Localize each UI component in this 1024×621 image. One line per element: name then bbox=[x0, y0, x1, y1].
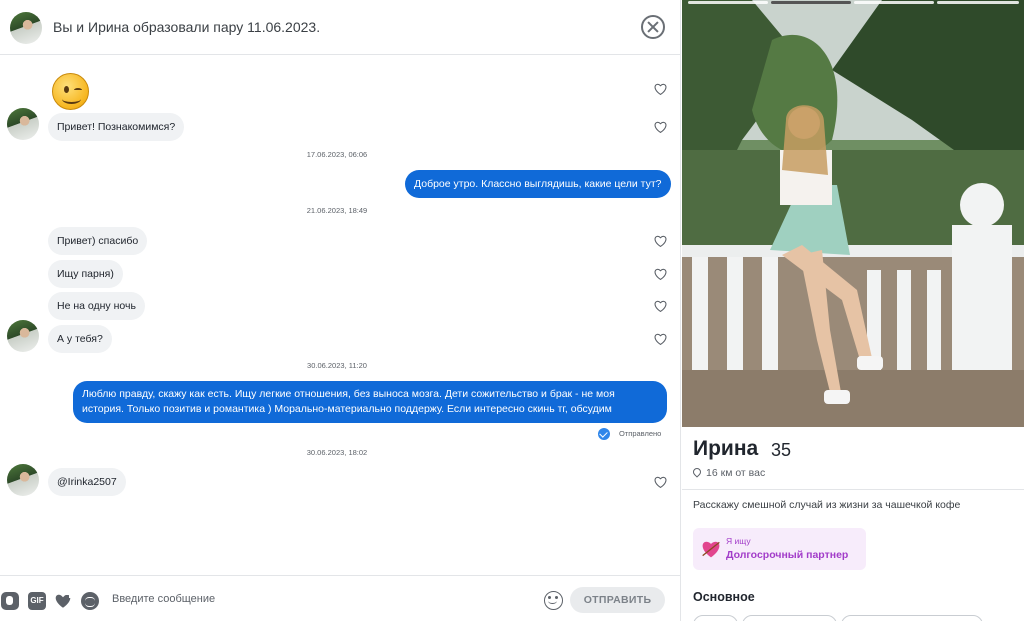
outgoing-message: Люблю правду, скажу как есть. Ищу легкие… bbox=[73, 381, 667, 423]
message-timestamp: 21.06.2023, 18:49 bbox=[306, 206, 368, 215]
like-heart-icon[interactable] bbox=[654, 268, 667, 280]
divider bbox=[682, 489, 1024, 490]
like-heart-icon[interactable] bbox=[654, 333, 667, 345]
cupid-heart-icon bbox=[702, 541, 720, 558]
spotify-icon[interactable] bbox=[81, 592, 99, 610]
sticker-icon[interactable] bbox=[1, 592, 19, 610]
send-button[interactable]: ОТПРАВИТЬ bbox=[570, 587, 665, 613]
photo-progress-bar[interactable] bbox=[937, 1, 1019, 4]
like-heart-icon[interactable] bbox=[654, 235, 667, 247]
gif-button[interactable]: GIF bbox=[28, 592, 46, 610]
like-heart-icon[interactable] bbox=[654, 83, 667, 95]
match-title: Вы и Ирина образовали пару 11.06.2023. bbox=[53, 19, 321, 35]
sent-status: Отправлено bbox=[619, 429, 662, 438]
photo-progress-bar[interactable] bbox=[771, 1, 851, 4]
basics-chip bbox=[841, 615, 983, 621]
like-heart-icon[interactable] bbox=[654, 300, 667, 312]
looking-for-value: Долгосрочный партнер bbox=[726, 549, 849, 561]
photo-progress-bar[interactable] bbox=[854, 1, 934, 4]
like-heart-icon[interactable] bbox=[654, 476, 667, 488]
close-icon[interactable] bbox=[641, 15, 665, 39]
message-input[interactable] bbox=[112, 587, 512, 611]
match-avatar[interactable] bbox=[7, 108, 39, 140]
message-list[interactable]: Привет! Познакомимся? 17.06.2023, 06:06 … bbox=[0, 56, 680, 575]
message-timestamp: 30.06.2023, 18:02 bbox=[306, 448, 368, 457]
photo-progress-bar[interactable] bbox=[688, 1, 768, 4]
profile-panel: Ирина 35 16 км от вас Расскажу смешной с… bbox=[682, 0, 1024, 621]
incoming-message: А у тебя? bbox=[48, 325, 112, 353]
chat-panel: Вы и Ирина образовали пару 11.06.2023. П… bbox=[0, 0, 681, 621]
profile-photo[interactable] bbox=[682, 0, 1024, 427]
looking-for-label: Я ищу bbox=[726, 536, 751, 546]
incoming-message: Ищу парня) bbox=[48, 260, 123, 288]
match-avatar[interactable] bbox=[10, 12, 42, 44]
like-heart-icon[interactable] bbox=[654, 121, 667, 133]
emoji-picker-icon[interactable] bbox=[544, 591, 563, 610]
basics-chip bbox=[693, 615, 738, 621]
basics-chip bbox=[742, 615, 837, 621]
looking-for-card: Я ищу Долгосрочный партнер bbox=[693, 528, 866, 570]
match-avatar[interactable] bbox=[7, 320, 39, 352]
message-timestamp: 30.06.2023, 11:20 bbox=[307, 361, 367, 370]
basics-section-title: Основное bbox=[693, 590, 755, 604]
outgoing-message: Доброе утро. Классно выглядишь, какие це… bbox=[405, 170, 671, 198]
sent-check-icon bbox=[598, 428, 610, 440]
profile-age: 35 bbox=[771, 440, 792, 460]
incoming-message: Привет! Познакомимся? bbox=[48, 113, 185, 141]
incoming-message: Привет) спасибо bbox=[48, 227, 148, 255]
heart-gift-icon[interactable] bbox=[54, 592, 72, 610]
message-composer: GIF ОТПРАВИТЬ bbox=[0, 575, 680, 621]
profile-name: Ирина bbox=[693, 437, 759, 460]
wink-emoji-message bbox=[52, 73, 89, 110]
profile-bio: Расскажу смешной случай из жизни за чаше… bbox=[693, 499, 961, 511]
match-avatar[interactable] bbox=[7, 464, 39, 496]
incoming-message: @Irinka2507 bbox=[48, 468, 126, 496]
chat-header: Вы и Ирина образовали пару 11.06.2023. bbox=[0, 0, 680, 55]
message-timestamp: 17.06.2023, 06:06 bbox=[306, 150, 368, 159]
incoming-message: Не на одну ночь bbox=[48, 292, 145, 320]
profile-distance: 16 км от вас bbox=[706, 467, 766, 479]
location-pin-icon bbox=[691, 466, 703, 478]
